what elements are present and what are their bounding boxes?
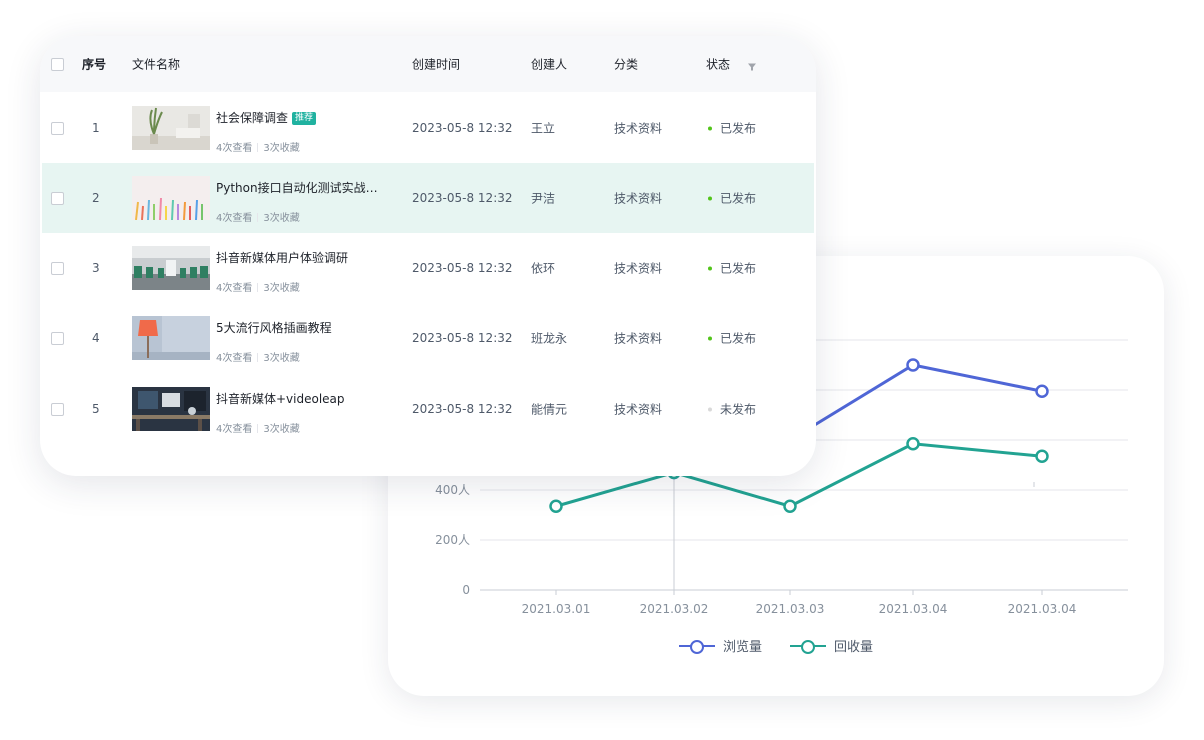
file-title[interactable]: 5大流行风格插画教程 xyxy=(216,319,332,336)
row-status: 已发布 xyxy=(708,190,756,207)
file-thumbnail xyxy=(132,106,210,150)
recommend-badge: 推荐 xyxy=(292,112,317,125)
row-seq: 1 xyxy=(92,121,100,135)
file-thumbnail xyxy=(132,246,210,290)
file-title[interactable]: 抖音新媒体用户体验调研 xyxy=(216,249,348,266)
row-seq: 2 xyxy=(92,191,100,205)
data-point xyxy=(1035,384,1049,398)
header-category: 分类 xyxy=(614,57,639,72)
data-point xyxy=(1035,449,1049,463)
x-tick-label: 2021.03.02 xyxy=(640,602,709,616)
chart-legend: 浏览量 回收量 xyxy=(388,636,1164,655)
legend-swatch-views xyxy=(678,639,715,654)
header-created-time: 创建时间 xyxy=(412,57,461,72)
row-creator: 班龙永 xyxy=(531,331,568,346)
row-created-time: 2023-05-8 12:32 xyxy=(412,121,513,135)
status-dot-icon xyxy=(708,126,712,131)
row-seq: 4 xyxy=(92,331,100,345)
row-checkbox[interactable] xyxy=(51,403,64,416)
row-created-time: 2023-05-8 12:32 xyxy=(412,402,513,416)
legend-swatch-collections xyxy=(790,639,826,654)
y-tick-label: 0 xyxy=(462,583,470,597)
file-stats: 4次查看 3次收藏 xyxy=(216,353,300,364)
row-creator: 依环 xyxy=(531,261,556,276)
table-row[interactable]: 2 Python接口自动化测试实战调… 4次查看 3次收藏 2023-05-8 … xyxy=(42,163,814,233)
row-category: 技术资料 xyxy=(614,191,663,206)
status-dot-icon xyxy=(708,266,712,271)
table-row[interactable]: 3 抖音新媒体用户体验调研 4次查看 3次收藏 2023-05-8 12:32 依… xyxy=(42,233,814,303)
file-thumbnail xyxy=(132,316,210,360)
data-point xyxy=(906,358,920,372)
data-point xyxy=(549,499,563,513)
row-created-time: 2023-05-8 12:32 xyxy=(412,331,513,345)
table-header: 序号 文件名称 创建时间 创建人 分类 状态 xyxy=(40,36,816,92)
file-thumbnail xyxy=(132,387,210,431)
file-stats: 4次查看 3次收藏 xyxy=(216,213,300,224)
file-stats: 4次查看 3次收藏 xyxy=(216,143,300,154)
header-seq: 序号 xyxy=(82,57,107,72)
row-category: 技术资料 xyxy=(614,261,663,276)
header-status: 状态 xyxy=(706,57,731,72)
row-status: 已发布 xyxy=(708,260,756,277)
row-category: 技术资料 xyxy=(614,402,663,417)
y-tick-label: 400人 xyxy=(435,483,470,497)
legend-item-views[interactable]: 浏览量 xyxy=(678,636,762,655)
row-creator: 能倩元 xyxy=(531,402,568,417)
row-category: 技术资料 xyxy=(614,331,663,346)
row-checkbox[interactable] xyxy=(51,122,64,135)
row-category: 技术资料 xyxy=(614,121,663,136)
row-checkbox[interactable] xyxy=(51,192,64,205)
x-tick-label: 2021.03.04 xyxy=(1008,602,1077,616)
table-row[interactable]: 4 5大流行风格插画教程 4次查看 3次收藏 2023-05-8 12:32 班龙… xyxy=(42,303,814,373)
row-created-time: 2023-05-8 12:32 xyxy=(412,191,513,205)
table-row[interactable]: 5 抖音新媒体+videoleap 4次查看 3次收藏 2023-05-8 12:… xyxy=(42,374,814,444)
legend-label-views: 浏览量 xyxy=(722,640,762,655)
data-point xyxy=(906,437,920,451)
file-title[interactable]: Python接口自动化测试实战调… xyxy=(216,179,382,196)
file-stats: 4次查看 3次收藏 xyxy=(216,283,300,294)
row-creator: 王立 xyxy=(531,121,556,136)
data-point xyxy=(783,499,797,513)
filter-icon[interactable] xyxy=(748,63,756,71)
row-seq: 3 xyxy=(92,261,100,275)
header-creator: 创建人 xyxy=(531,57,568,72)
table-row[interactable]: 1 社会保障调查 推荐 4次查看 3次收藏 2023-05-8 12:32 王立 技… xyxy=(42,93,814,163)
x-tick-label: 2021.03.01 xyxy=(522,602,591,616)
file-thumbnail xyxy=(132,176,210,220)
row-created-time: 2023-05-8 12:32 xyxy=(412,261,513,275)
y-tick-label: 200人 xyxy=(435,533,470,547)
row-seq: 5 xyxy=(92,402,100,416)
legend-label-collections: 回收量 xyxy=(834,640,874,655)
legend-item-collections[interactable]: 回收量 xyxy=(790,636,873,655)
row-status: 已发布 xyxy=(708,120,756,137)
select-all-checkbox[interactable] xyxy=(51,58,64,71)
file-table-card: 序号 文件名称 创建时间 创建人 分类 状态 1 社会保障调查 推荐 4次查看 3次… xyxy=(40,36,816,476)
status-dot-icon xyxy=(708,336,712,341)
status-dot-icon xyxy=(708,407,712,412)
row-creator: 尹洁 xyxy=(531,191,556,206)
x-tick-label: 2021.03.04 xyxy=(879,602,948,616)
row-checkbox[interactable] xyxy=(51,332,64,345)
header-file-name: 文件名称 xyxy=(132,57,181,72)
row-status: 未发布 xyxy=(708,401,756,418)
file-title[interactable]: 社会保障调查 推荐 xyxy=(216,109,317,126)
file-stats: 4次查看 3次收藏 xyxy=(216,424,300,435)
x-tick-label: 2021.03.03 xyxy=(756,602,825,616)
status-dot-icon xyxy=(708,196,712,201)
row-checkbox[interactable] xyxy=(51,262,64,275)
row-status: 已发布 xyxy=(708,330,756,347)
file-title[interactable]: 抖音新媒体+videoleap xyxy=(216,390,345,407)
